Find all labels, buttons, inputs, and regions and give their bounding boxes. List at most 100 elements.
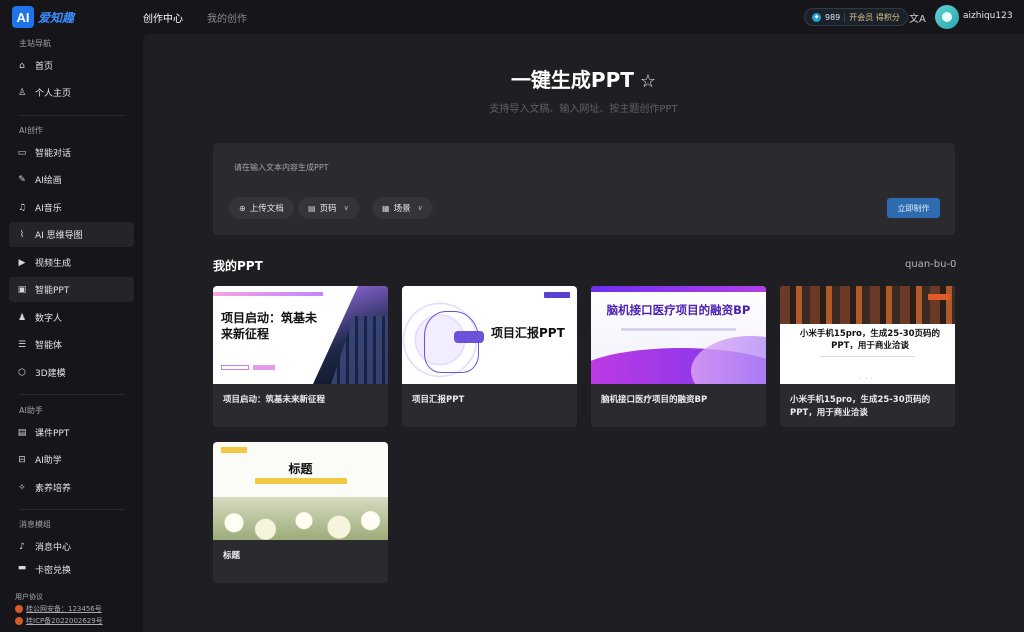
thumb-title: 标题 bbox=[288, 462, 313, 476]
sidebar-item-mindmap[interactable]: ⌇ AI 思维导图 bbox=[9, 222, 134, 247]
ppt-thumbnail: 项目启动：筑基未来新征程 bbox=[213, 286, 388, 384]
sidebar-item-label: AI绘画 bbox=[35, 176, 62, 186]
ppt-thumbnail: 脑机接口医疗项目的融资BP bbox=[591, 286, 766, 384]
sidebar-item-3d-modeling[interactable]: ⬡ 3D建模 bbox=[9, 360, 134, 385]
tab-creation-center[interactable]: 创作中心 bbox=[143, 10, 183, 25]
pages-dropdown[interactable]: ▤ 页码 ∨ bbox=[298, 197, 359, 219]
upload-doc-label: 上传文档 bbox=[249, 204, 284, 214]
sidebar-item-ai-music[interactable]: ♫ AI音乐 bbox=[9, 195, 134, 220]
sidebar-item-label: AI 思维导图 bbox=[35, 231, 83, 241]
person-icon: ♟ bbox=[17, 312, 27, 323]
prompt-input[interactable]: 请在输入文本内容生成PPT bbox=[234, 162, 329, 173]
sidebar-item-label: 智能对话 bbox=[35, 149, 72, 159]
chevron-down-icon: ∨ bbox=[417, 204, 423, 212]
points-badge[interactable]: ◆ 989 开会员 得积分 bbox=[804, 8, 908, 26]
thumb-title: 脑机接口医疗项目的融资BP bbox=[606, 303, 751, 317]
sidebar-item-video[interactable]: ▶ 视频生成 bbox=[9, 250, 134, 275]
police-record-link[interactable]: 桂公网安备：123456号 bbox=[15, 603, 103, 615]
sidebar-item-label: AI音乐 bbox=[35, 204, 62, 214]
chart-icon: ⌇ bbox=[19, 229, 25, 240]
sidebar-item-label: 个人主页 bbox=[35, 89, 72, 99]
top-nav: 创作中心 我的创作 bbox=[143, 10, 247, 25]
make-now-button[interactable]: 立即制作 bbox=[887, 198, 940, 218]
thumb-tag bbox=[221, 447, 247, 453]
points-divider bbox=[844, 12, 846, 22]
sidebar-item-label: 视频生成 bbox=[35, 259, 72, 269]
home-icon: ⌂ bbox=[19, 60, 25, 71]
user-agreement-link[interactable]: 用户协议 bbox=[15, 591, 103, 603]
ppt-card[interactable]: 脑机接口医疗项目的融资BP 脑机接口医疗项目的融资BP bbox=[591, 286, 766, 427]
logo-text: 爱知趣 bbox=[38, 10, 75, 25]
ppt-filter-label[interactable]: quan-bu-0 bbox=[905, 259, 956, 270]
music-icon: ♫ bbox=[17, 202, 27, 213]
upload-doc-button[interactable]: ⊕ 上传文档 bbox=[229, 197, 294, 219]
icp-record-link[interactable]: 桂ICP备2022002629号 bbox=[15, 615, 103, 627]
sidebar-divider bbox=[19, 509, 125, 510]
sidebar-item-home[interactable]: ⌂ 首页 bbox=[9, 53, 134, 78]
thumb-dots: ••• bbox=[859, 376, 876, 381]
sidebar-item-label: 3D建模 bbox=[35, 369, 66, 379]
vip-link[interactable]: 开会员 得积分 bbox=[849, 12, 900, 23]
board-icon: ▤ bbox=[17, 427, 27, 438]
plus-circle-icon: ⊕ bbox=[239, 203, 246, 213]
thumb-yellow-bar bbox=[255, 478, 347, 484]
thumb-tag bbox=[544, 292, 570, 298]
sidebar-item-courseware-ppt[interactable]: ▤ 课件PPT bbox=[9, 420, 134, 445]
sidebar-section-title: AI创作 bbox=[19, 126, 43, 135]
sidebar-section-title: 主站导航 bbox=[19, 39, 51, 48]
translate-icon[interactable]: 文A bbox=[909, 10, 926, 25]
sidebar-item-digital-human[interactable]: ♟ 数字人 bbox=[9, 305, 134, 330]
sidebar-item-agent[interactable]: ☰ 智能体 bbox=[9, 332, 134, 357]
sidebar-section-title: 消息模组 bbox=[19, 520, 51, 529]
sidebar-item-label: 智能PPT bbox=[35, 286, 70, 296]
thumb-flowers-image bbox=[213, 497, 388, 540]
sidebar-item-card-redeem[interactable]: ▬ 卡密兑换 bbox=[9, 560, 134, 574]
sidebar: 主站导航 ⌂ 首页 ♙ 个人主页 AI创作 ▭ 智能对话 ✎ AI绘画 ♫ AI… bbox=[0, 34, 140, 632]
username[interactable]: aizhiqu123 bbox=[963, 11, 1013, 21]
ppt-thumbnail: 小米手机15pro，生成25-30页码的PPT，用于商业洽谈 ••• bbox=[780, 286, 955, 384]
sidebar-item-label: 卡密兑换 bbox=[35, 566, 72, 574]
my-ppt-title: 我的PPT bbox=[213, 259, 263, 273]
sidebar-divider bbox=[19, 115, 125, 116]
ppt-card[interactable]: 标题 标题 bbox=[213, 442, 388, 583]
play-icon: ▶ bbox=[18, 257, 26, 268]
chevron-down-icon: ∨ bbox=[343, 204, 349, 212]
logo[interactable]: AI 爱知趣 bbox=[12, 6, 74, 28]
user-icon: ♙ bbox=[17, 87, 27, 98]
grid-icon: ▦ bbox=[382, 203, 390, 213]
points-count: 989 bbox=[825, 12, 841, 22]
thumb-wave bbox=[691, 336, 766, 384]
ppt-card-title: 脑机接口医疗项目的融资BP bbox=[601, 395, 708, 405]
sidebar-item-ai-painting[interactable]: ✎ AI绘画 bbox=[9, 167, 134, 192]
thumb-subtitle-line bbox=[621, 328, 736, 331]
sidebar-item-smart-ppt[interactable]: ▣ 智能PPT bbox=[9, 277, 134, 302]
sidebar-section-title: AI助手 bbox=[19, 406, 43, 415]
sidebar-item-profile[interactable]: ♙ 个人主页 bbox=[9, 80, 134, 105]
sidebar-item-label: AI助学 bbox=[35, 456, 62, 466]
tab-my-creations[interactable]: 我的创作 bbox=[207, 10, 247, 25]
avatar[interactable] bbox=[935, 5, 959, 29]
star-icon[interactable]: ☆ bbox=[640, 71, 656, 92]
sidebar-item-ai-study[interactable]: ⊟ AI助学 bbox=[9, 447, 134, 472]
page-title-text: 一键生成PPT bbox=[510, 68, 634, 92]
sidebar-item-literacy[interactable]: ✧ 素养培养 bbox=[9, 475, 134, 500]
desk-icon: ⊟ bbox=[18, 454, 26, 465]
ppt-card[interactable]: 小米手机15pro，生成25-30页码的PPT，用于商业洽谈 ••• 小米手机1… bbox=[780, 286, 955, 427]
thumb-subtitle-line bbox=[820, 356, 915, 366]
sidebar-item-messages[interactable]: ♪ 消息中心 bbox=[9, 534, 134, 559]
chat-icon: ▭ bbox=[17, 147, 27, 158]
sidebar-item-chat[interactable]: ▭ 智能对话 bbox=[9, 140, 134, 165]
ppt-thumbnail: 项目汇报PPT bbox=[402, 286, 577, 384]
scene-dropdown[interactable]: ▦ 场景 ∨ bbox=[372, 197, 433, 219]
thumb-button-fill bbox=[253, 365, 275, 370]
list-icon: ☰ bbox=[17, 339, 27, 350]
thumb-title: 项目汇报PPT bbox=[491, 326, 565, 340]
ppt-card[interactable]: 项目汇报PPT 项目汇报PPT bbox=[402, 286, 577, 427]
sidebar-item-label: 数字人 bbox=[35, 314, 63, 324]
page-subtitle: 支持导入文稿、输入网址、按主题创作PPT bbox=[489, 104, 678, 115]
thumb-tag bbox=[928, 294, 950, 300]
ppt-prompt-box[interactable]: 请在输入文本内容生成PPT ⊕ 上传文档 ▤ 页码 ∨ ▦ 场景 ∨ 立即制作 bbox=[213, 143, 955, 235]
ppt-card[interactable]: 项目启动：筑基未来新征程 项目启动：筑基未来新征程 bbox=[213, 286, 388, 427]
pages-label: 页码 bbox=[319, 204, 337, 214]
icp-badge-icon bbox=[15, 617, 23, 625]
